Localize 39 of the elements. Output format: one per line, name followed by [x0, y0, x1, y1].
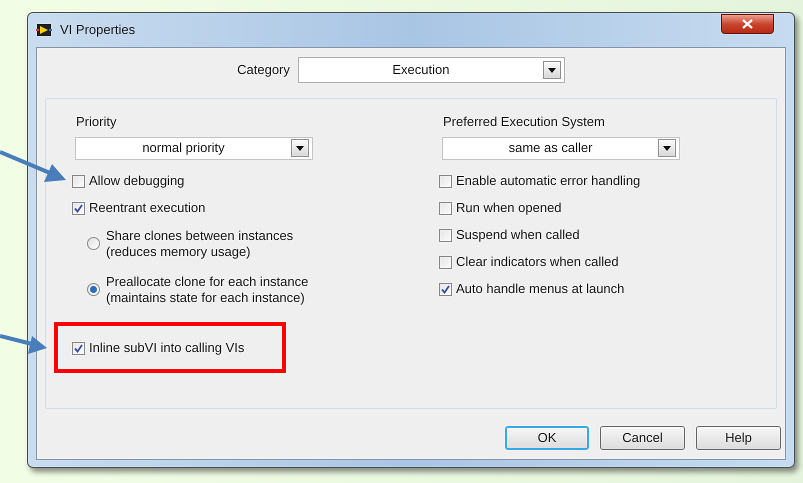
checkbox[interactable] [439, 174, 452, 188]
dropdown-value: Execution [391, 61, 450, 80]
section-label: Priority [76, 113, 118, 131]
checkbox[interactable] [439, 282, 452, 296]
section-label: Preferred Execution System [443, 113, 606, 131]
checkbox-label: Inline subVI into calling VIs [89, 339, 244, 358]
checkbox[interactable] [439, 202, 452, 214]
radio-label: Share clones between instances [106, 228, 294, 244]
radio-button[interactable] [87, 282, 100, 296]
checkbox[interactable] [72, 174, 85, 188]
radio-button[interactable] [87, 236, 100, 250]
vi-icon [36, 22, 52, 38]
checkbox-label: Clear indicators when called [456, 253, 619, 272]
dropdown-value: same as caller [508, 139, 594, 158]
checkbox[interactable] [439, 256, 452, 268]
category-label: Category [237, 61, 290, 80]
radio-sublabel: (maintains state for each instance) [106, 290, 306, 306]
window-title: VI Properties [60, 21, 136, 40]
close-button[interactable] [721, 14, 774, 34]
checkbox-label: Reentrant execution [89, 199, 206, 218]
execution-system-dropdown[interactable]: same as caller [442, 136, 680, 160]
checkbox-label: Auto handle menus at launch [456, 280, 624, 298]
checkbox[interactable] [439, 228, 452, 242]
dialog-button[interactable]: Cancel [600, 426, 685, 450]
checkbox-label: Enable automatic error handling [456, 172, 640, 190]
checkbox-label: Suspend when called [456, 226, 580, 244]
radio-label: Preallocate clone for each instance [106, 274, 308, 290]
close-icon [742, 19, 753, 29]
checkbox[interactable] [72, 202, 85, 214]
dropdown-value: normal priority [141, 139, 226, 158]
arrow-annotation [0, 334, 48, 356]
dialog-button[interactable]: Help [696, 426, 781, 450]
category-dropdown[interactable]: Execution [298, 57, 565, 83]
checkbox[interactable] [72, 342, 85, 354]
priority-dropdown[interactable]: normal priority [75, 136, 313, 160]
dialog-button[interactable]: OK [505, 426, 589, 450]
checkbox-label: Allow debugging [89, 172, 184, 190]
checkbox-label: Run when opened [456, 199, 562, 218]
radio-sublabel: (reduces memory usage) [106, 244, 252, 260]
